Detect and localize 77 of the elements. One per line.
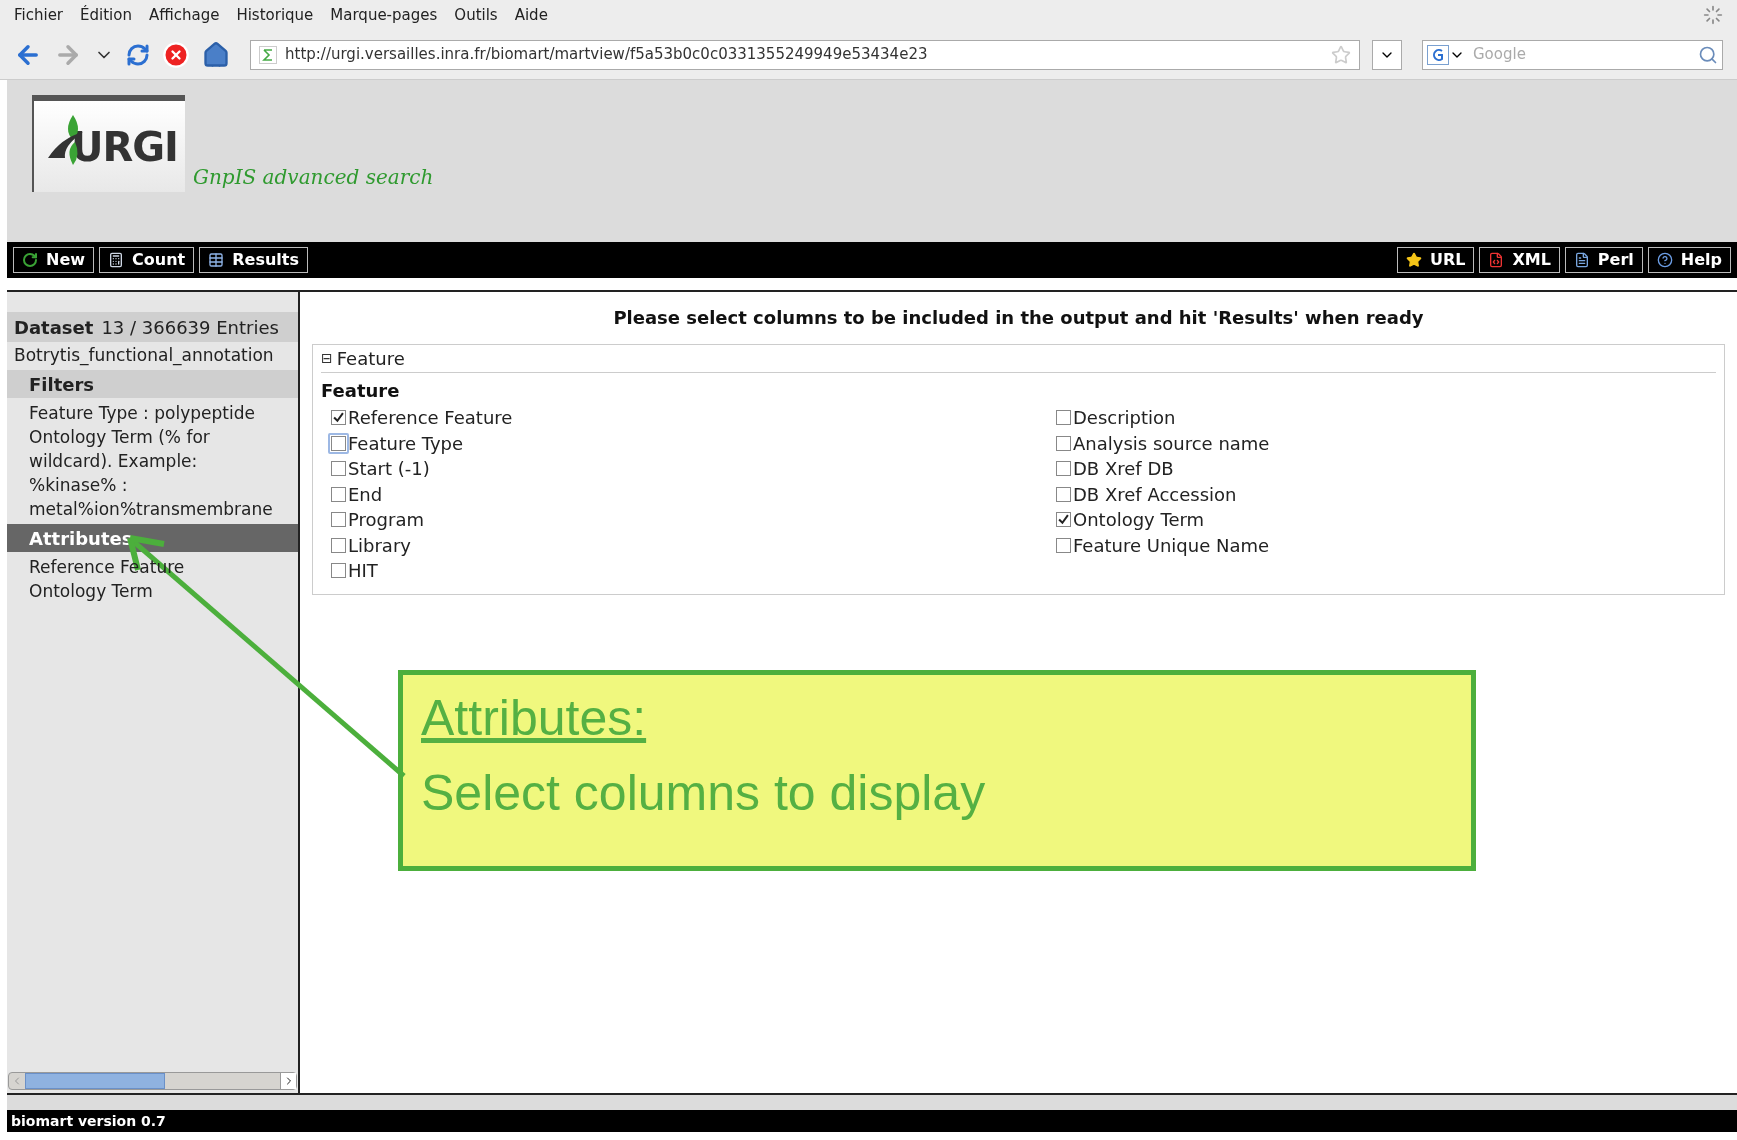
- checkbox[interactable]: [1056, 537, 1071, 553]
- url-text: http://urgi.versailles.inra.fr/biomart/martview/f5a53b0c0c0331355249949e53434e23: [285, 44, 928, 66]
- menu-item[interactable]: Affichage: [148, 3, 220, 27]
- checkbox[interactable]: [331, 410, 346, 426]
- spinner-icon: [1703, 5, 1723, 25]
- dataset-name[interactable]: Botrytis_functional_annotation: [7, 342, 298, 370]
- dropdown-button[interactable]: [1372, 39, 1402, 70]
- stop-icon[interactable]: [162, 40, 190, 69]
- collapse-toggle[interactable]: ⊟: [321, 348, 333, 369]
- dataset-label: Dataset: [14, 315, 94, 340]
- checkbox-label: DB Xref DB: [1073, 457, 1174, 482]
- table-icon: [208, 252, 225, 268]
- horizontal-scrollbar[interactable]: [8, 1072, 297, 1090]
- document-icon: [1573, 252, 1590, 268]
- checkbox[interactable]: [1056, 410, 1071, 426]
- checkbox[interactable]: [1056, 486, 1071, 502]
- sidebar-section-header[interactable]: Filters: [7, 370, 298, 398]
- checkbox-label: DB Xref Accession: [1073, 482, 1237, 507]
- toolbar-button[interactable]: Perl: [1564, 247, 1643, 273]
- reload-icon[interactable]: [126, 42, 150, 67]
- version-text: biomart version 0.7: [11, 1111, 166, 1131]
- menu-item[interactable]: Historique: [236, 3, 314, 27]
- logo-text: URGI: [71, 122, 178, 172]
- scrollbar-thumb[interactable]: [25, 1073, 165, 1089]
- instruction-text: Please select columns to be included in the output and hit 'Results' when ready: [612, 306, 1425, 330]
- home-icon[interactable]: [202, 40, 230, 69]
- checkbox[interactable]: [1056, 461, 1071, 477]
- menu-item[interactable]: Aide: [514, 3, 548, 27]
- checkbox-label: End: [348, 482, 383, 507]
- checkbox-label: Reference Feature: [348, 406, 513, 431]
- callout-text: Select columns to display: [421, 763, 986, 823]
- checkbox-label: Ontology Term: [1073, 508, 1205, 533]
- toolbar-button[interactable]: Help: [1647, 247, 1731, 273]
- bookmark-star-icon[interactable]: [1331, 44, 1351, 65]
- search-box[interactable]: Google: [1422, 39, 1723, 70]
- checkbox-label: Feature Type: [348, 431, 464, 456]
- engine-icon[interactable]: [1427, 44, 1449, 65]
- sidebar-item[interactable]: Feature Type : polypeptide: [29, 401, 255, 425]
- group-title: Feature: [321, 379, 401, 403]
- menu-item[interactable]: Outils: [454, 3, 498, 27]
- fieldset-legend: Feature: [336, 345, 405, 372]
- menu-item[interactable]: Marque-pages: [330, 3, 438, 27]
- sidebar-item[interactable]: Ontology Term: [29, 579, 153, 603]
- search-icon[interactable]: [1698, 44, 1718, 65]
- toolbar-button[interactable]: URL: [1396, 247, 1475, 273]
- checkbox-label: Program: [348, 508, 424, 533]
- menu-item[interactable]: Édition: [80, 3, 132, 27]
- checkbox-label: HIT: [348, 559, 378, 584]
- checkbox[interactable]: [1056, 435, 1071, 451]
- site-subtitle: GnpIS advanced search: [193, 164, 434, 191]
- refresh-icon: [22, 252, 38, 268]
- checkbox[interactable]: [331, 537, 346, 553]
- star-icon: [1405, 252, 1422, 268]
- calculator-icon: [108, 252, 125, 268]
- toolbar-button[interactable]: XML: [1479, 247, 1560, 273]
- checkbox[interactable]: [331, 512, 346, 528]
- checkbox-label: Analysis source name: [1073, 431, 1270, 456]
- checkbox-label: Feature Unique Name: [1073, 533, 1270, 558]
- document-icon: [1488, 252, 1505, 268]
- dataset-count: 13 / 366639 Entries: [101, 315, 279, 340]
- checkbox[interactable]: [331, 486, 346, 502]
- checkbox[interactable]: [331, 461, 346, 477]
- menu-item[interactable]: Fichier: [14, 3, 64, 27]
- search-field[interactable]: Google: [1473, 43, 1698, 66]
- checkbox-label: Start (-1): [348, 457, 430, 482]
- callout-title: Attributes:: [421, 688, 647, 748]
- checkbox[interactable]: [331, 563, 346, 579]
- checkbox-label: Library: [348, 533, 411, 558]
- toolbar-button[interactable]: Results: [199, 247, 308, 273]
- toolbar-button[interactable]: Count: [99, 247, 195, 273]
- checkbox[interactable]: [1056, 512, 1071, 528]
- toolbar-button[interactable]: New: [13, 247, 95, 273]
- checkbox-label: Description: [1073, 406, 1176, 431]
- help-icon: [1656, 252, 1673, 268]
- address-field[interactable]: http://urgi.versailles.inra.fr/biomart/martview/f5a53b0c0c0331355249949e53434e23: [250, 39, 1360, 70]
- sidebar-section-header[interactable]: Attributes: [7, 524, 298, 552]
- site-icon: [259, 45, 277, 64]
